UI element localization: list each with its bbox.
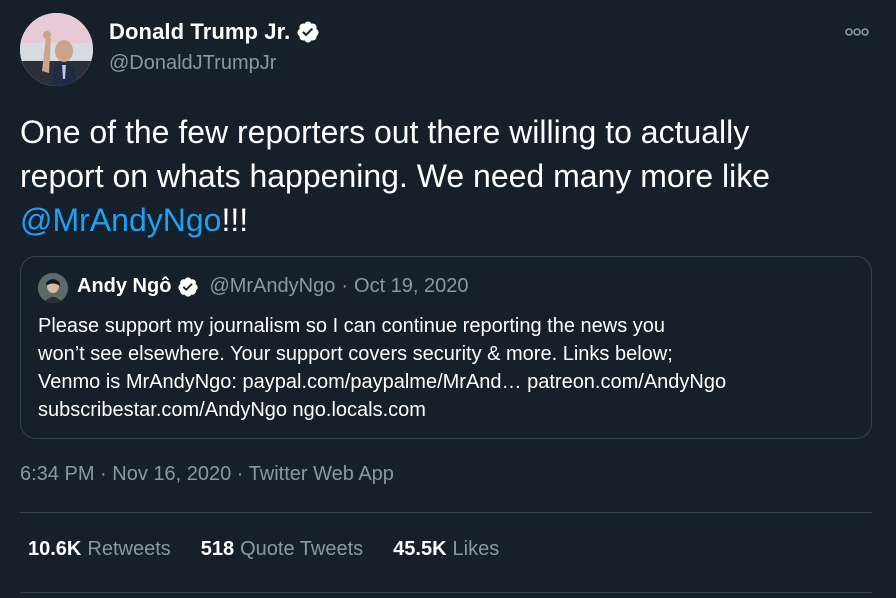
tweet-stats: 10.6K Retweets 518 Quote Tweets 45.5K Likes [28,538,499,561]
tweet-date[interactable]: Nov 16, 2020 [112,463,231,485]
quoted-tweet-header: Andy Ngô @MrAndyNgo · Oct 19, 2020 [77,275,469,298]
author-handle[interactable]: @DonaldJTrumpJr [109,52,276,75]
retweets-label: Retweets [87,538,171,560]
divider [20,592,872,593]
quoted-tweet-card[interactable]: Andy Ngô @MrAndyNgo · Oct 19, 2020 Pleas… [20,256,872,439]
quote-tweets-label: Quote Tweets [240,538,364,560]
quoted-date: Oct 19, 2020 [354,275,469,297]
retweets-count: 10.6K [28,538,82,560]
avatar-image [20,13,93,86]
quote-tweets-stat[interactable]: 518 Quote Tweets [201,538,363,561]
likes-stat[interactable]: 45.5K Likes [393,538,499,561]
tweet-text-line-1: One of the few reporters out there willi… [20,114,750,150]
author-avatar[interactable] [20,13,93,86]
tweet-text-suffix: !!! [221,202,249,238]
quoted-verified-badge-icon [178,276,199,297]
meta-separator-1: · [94,463,113,485]
quoted-separator: · [341,275,349,297]
likes-label: Likes [452,538,500,560]
mention-link[interactable]: @MrAndyNgo [20,202,221,238]
tweet-text-line-2: report on whats happening. We need many … [20,158,771,194]
verified-badge-icon [297,21,319,43]
quoted-avatar-image [38,273,68,303]
quoted-text-line-1: Please support my journalism so I can co… [38,315,666,337]
tweet-time[interactable]: 6:34 PM [20,463,94,485]
quoted-text-line-2: won’t see elsewhere. Your support covers… [38,343,673,365]
quoted-tweet-text: Please support my journalism so I can co… [38,312,860,424]
tweet-text: One of the few reporters out there willi… [20,110,870,242]
divider [20,512,872,513]
quoted-text-line-4: subscribestar.com/AndyNgo ngo.locals.com [38,399,426,421]
quote-tweets-count: 518 [200,538,235,560]
likes-count: 45.5K [393,538,447,560]
author-name-row: Donald Trump Jr. [109,19,320,45]
author-display-name[interactable]: Donald Trump Jr. [109,19,290,45]
tweet-meta: 6:34 PM · Nov 16, 2020 · Twitter Web App [20,463,394,486]
quoted-display-name: Andy Ngô [77,275,172,297]
tweet-detail: Donald Trump Jr. @DonaldJTrumpJr One of … [0,0,896,598]
meta-separator-2: · [231,463,249,485]
quoted-author-avatar[interactable] [38,273,68,303]
more-icon[interactable] [844,24,870,40]
quoted-handle: @MrAndyNgo [209,275,336,297]
tweet-source[interactable]: Twitter Web App [249,463,394,485]
quoted-text-line-3: Venmo is MrAndyNgo: paypal.com/paypalme/… [38,371,727,393]
retweets-stat[interactable]: 10.6K Retweets [28,538,171,561]
